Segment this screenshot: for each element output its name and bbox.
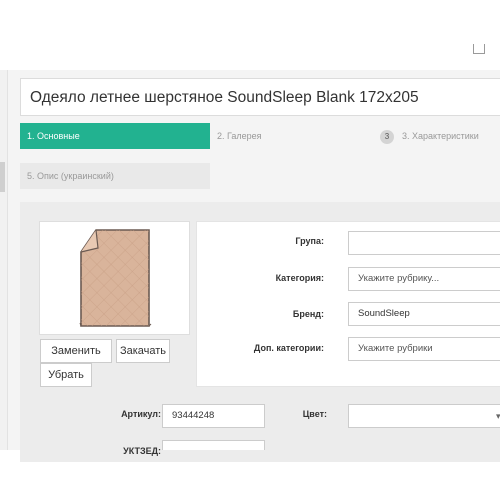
color-label: Цвет: xyxy=(302,409,327,419)
product-image-frame xyxy=(39,221,190,335)
uktzed-field[interactable] xyxy=(162,440,265,450)
extra-categories-field[interactable]: Укажите рубрики xyxy=(348,337,500,361)
article-field[interactable]: 93444248 xyxy=(162,404,265,428)
top-bar xyxy=(0,0,500,70)
chevron-down-icon[interactable]: ▾ xyxy=(496,411,500,422)
tab-count-badge: 3 xyxy=(380,129,394,144)
remove-image-button[interactable]: Убрать xyxy=(40,363,92,387)
product-edit-window: Одеяло летнее шерстяное SoundSleep Blank… xyxy=(0,0,500,500)
brand-field[interactable]: SoundSleep xyxy=(348,302,500,326)
window-control-icon[interactable] xyxy=(473,44,485,54)
tab-gallery[interactable]: 2. Галерея xyxy=(210,123,380,149)
upload-image-button[interactable]: Закачать xyxy=(116,339,170,363)
category-field[interactable]: Укажите рубрику... xyxy=(348,267,500,291)
replace-image-button[interactable]: Заменить xyxy=(40,339,112,363)
blanket-image xyxy=(79,229,152,327)
category-label: Категория: xyxy=(275,273,324,283)
left-scroll-rail[interactable] xyxy=(0,70,8,450)
tab-characteristics[interactable]: 3 3. Характеристики xyxy=(380,123,500,149)
brand-label: Бренд: xyxy=(292,309,324,319)
scroll-thumb[interactable] xyxy=(0,162,5,192)
group-field[interactable] xyxy=(348,231,500,255)
tab-main[interactable]: 1. Основные xyxy=(20,123,210,149)
product-title: Одеяло летнее шерстяное SoundSleep Blank… xyxy=(30,89,419,106)
group-label: Група: xyxy=(295,236,324,246)
product-form: Одеяло летнее шерстяное SoundSleep Blank… xyxy=(8,70,500,462)
uktzed-label: УКТЗЕД: xyxy=(123,446,161,456)
tab-characteristics-label: 3. Характеристики xyxy=(402,131,479,141)
color-select[interactable] xyxy=(348,404,500,428)
tab-description-ua[interactable]: 5. Опис (украинский) xyxy=(20,163,210,189)
article-label: Артикул: xyxy=(121,409,161,419)
product-title-input[interactable]: Одеяло летнее шерстяное SoundSleep Blank… xyxy=(20,78,500,116)
extra-categories-label: Доп. категории: xyxy=(253,343,324,353)
